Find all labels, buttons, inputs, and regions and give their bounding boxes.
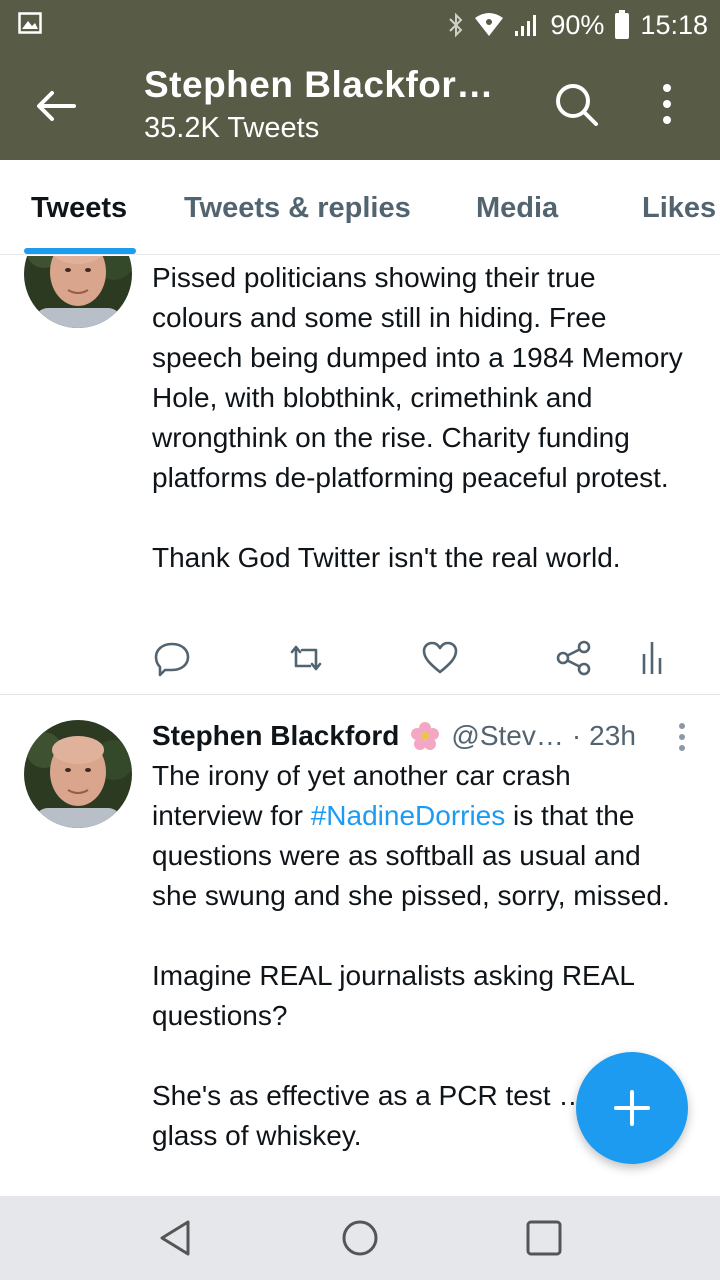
tab-tweets-and-replies[interactable]: Tweets & replies xyxy=(184,192,411,225)
tweet-more-icon[interactable] xyxy=(676,722,688,752)
avatar[interactable] xyxy=(24,720,132,828)
active-tab-indicator xyxy=(24,248,136,254)
hashtag-link[interactable]: #NadineDorries xyxy=(311,800,506,831)
author-handle[interactable]: @Stev… xyxy=(451,720,563,752)
profile-name-title: Stephen Blackfor… xyxy=(144,64,494,105)
analytics-icon[interactable] xyxy=(634,638,674,678)
profile-tabs: Tweets Tweets & replies Media Likes xyxy=(0,160,720,255)
author-name[interactable]: Stephen Blackford xyxy=(152,720,399,752)
tab-tweets[interactable]: Tweets xyxy=(31,192,127,225)
retweet-icon[interactable] xyxy=(286,638,326,678)
more-options-button[interactable] xyxy=(652,80,682,128)
clock: 15:18 xyxy=(640,9,708,40)
tweet-header: Stephen Blackford @Stev… · 23h xyxy=(152,716,690,756)
tab-media[interactable]: Media xyxy=(476,192,558,225)
tweet-divider xyxy=(0,694,720,695)
nav-recents-icon[interactable] xyxy=(522,1216,566,1260)
tweet-paragraph: Pissed politicians showing their true co… xyxy=(152,262,683,493)
status-bar: 90% 15:18 xyxy=(0,0,720,50)
search-icon xyxy=(556,84,598,126)
tweet-timestamp[interactable]: 23h xyxy=(589,720,636,752)
tab-likes[interactable]: Likes xyxy=(642,192,716,225)
reply-icon[interactable] xyxy=(152,638,192,678)
system-navigation-bar xyxy=(0,1196,720,1280)
tweet-count: 35.2K Tweets xyxy=(144,112,320,144)
vertical-dots-icon xyxy=(663,84,671,124)
nav-home-icon[interactable] xyxy=(338,1216,382,1260)
search-button[interactable] xyxy=(552,80,600,128)
bluetooth-icon xyxy=(448,12,464,38)
arrow-left-icon xyxy=(37,91,76,121)
flower-emoji-icon xyxy=(409,720,441,752)
image-icon xyxy=(18,12,42,34)
share-icon[interactable] xyxy=(554,638,594,678)
tweet-text: Pissed politicians showing their true co… xyxy=(152,258,688,578)
compose-tweet-button[interactable] xyxy=(576,1052,688,1164)
tweet-paragraph: Imagine REAL journalists asking REAL que… xyxy=(152,960,634,1031)
plus-icon xyxy=(614,1090,650,1126)
back-button[interactable] xyxy=(30,80,82,132)
wifi-icon xyxy=(474,12,504,38)
separator-dot: · xyxy=(571,720,582,751)
nav-back-icon[interactable] xyxy=(154,1216,198,1260)
signal-icon xyxy=(514,12,540,38)
tweet-paragraph: Thank God Twitter isn't the real world. xyxy=(152,542,621,573)
profile-header: Stephen Blackfor… 35.2K Tweets xyxy=(0,50,720,160)
like-heart-icon[interactable] xyxy=(420,638,460,678)
tweet-paragraph: The irony of yet another car crash inter… xyxy=(152,760,670,911)
avatar[interactable] xyxy=(24,256,132,328)
battery-icon xyxy=(614,10,630,40)
battery-percent: 90% xyxy=(550,9,605,40)
tweet-actions xyxy=(152,638,682,688)
tweet[interactable]: Pissed politicians showing their true co… xyxy=(0,256,720,696)
